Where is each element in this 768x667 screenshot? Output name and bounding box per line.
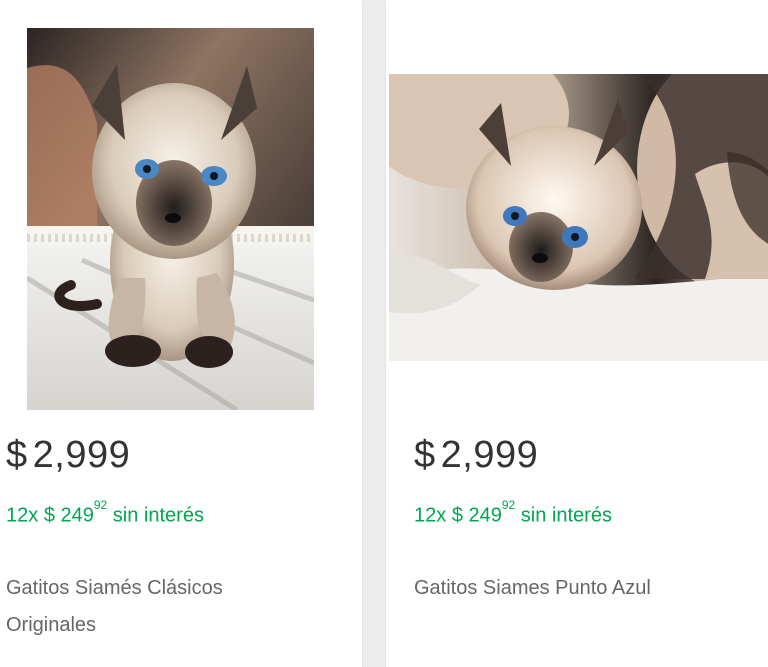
product-title[interactable]: Gatitos Siamés Clásicos Originales <box>6 570 316 644</box>
installment-price: 12x $ 24992 sin interés <box>6 499 204 527</box>
installment-currency: $ <box>451 504 463 527</box>
installment-cents: 92 <box>501 498 516 512</box>
price-value: 2,999 <box>32 434 131 476</box>
installment-suffix: sin interés <box>112 504 204 527</box>
product-media-area[interactable] <box>0 0 362 411</box>
product-price: $2,999 <box>6 436 130 474</box>
siamese-kitten-photo <box>27 28 314 410</box>
product-price: $2,999 <box>414 436 538 474</box>
installment-count: 12x <box>414 504 447 527</box>
siamese-kitten-photo <box>389 74 768 361</box>
installment-amount: 249 <box>468 504 502 527</box>
product-card-siames-clasicos[interactable]: $2,999 12x $ 24992 sin interés Gatitos S… <box>0 0 362 667</box>
product-title[interactable]: Gatitos Siames Punto Azul <box>414 570 724 607</box>
product-grid-viewport: $2,999 12x $ 24992 sin interés Gatitos S… <box>0 0 768 667</box>
installment-cents: 92 <box>93 498 108 512</box>
installment-amount: 249 <box>60 504 94 527</box>
installment-suffix: sin interés <box>520 504 612 527</box>
product-info: $2,999 12x $ 24992 sin interés Gatitos S… <box>386 410 768 667</box>
installment-price: 12x $ 24992 sin interés <box>414 499 612 527</box>
product-info: $2,999 12x $ 24992 sin interés Gatitos S… <box>0 410 362 667</box>
installment-currency: $ <box>43 504 55 527</box>
installment-count: 12x <box>6 504 39 527</box>
product-media-area[interactable] <box>386 0 768 411</box>
product-image[interactable] <box>27 28 314 410</box>
price-value: 2,999 <box>440 434 539 476</box>
product-card-siames-punto-azul[interactable]: $2,999 12x $ 24992 sin interés Gatitos S… <box>386 0 768 667</box>
price-currency: $ <box>414 434 436 476</box>
product-image[interactable] <box>389 74 768 361</box>
price-currency: $ <box>6 434 28 476</box>
